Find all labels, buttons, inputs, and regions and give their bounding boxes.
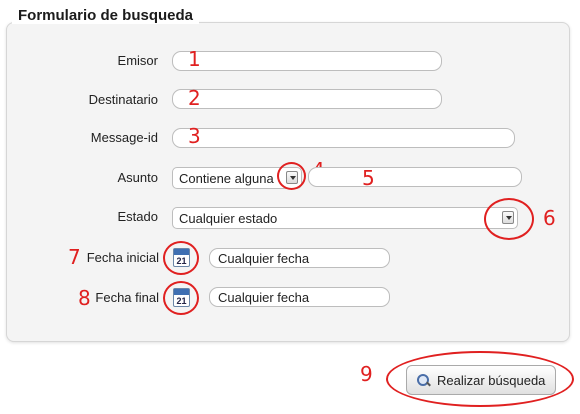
estado-select[interactable]: Cualquier estado xyxy=(172,207,518,229)
fecha-final-input[interactable] xyxy=(209,287,390,307)
fecha-final-label: Fecha final xyxy=(95,290,159,305)
form-title: Formulario de busqueda xyxy=(12,7,200,24)
destinatario-input[interactable] xyxy=(172,89,442,109)
search-button[interactable]: Realizar búsqueda xyxy=(406,365,556,395)
fecha-inicial-label: Fecha inicial xyxy=(86,250,159,265)
message-id-input[interactable] xyxy=(172,128,515,148)
estado-label: Estado xyxy=(117,209,158,224)
fecha-inicial-input[interactable] xyxy=(209,248,390,268)
estado-value: Cualquier estado xyxy=(179,211,278,226)
annotation-1: 1 xyxy=(188,47,201,71)
annotation-6: 6 xyxy=(543,206,556,230)
annotation-8: 8 xyxy=(78,286,91,310)
emisor-label: Emisor xyxy=(117,53,158,68)
calendar-icon[interactable]: 21 xyxy=(173,248,190,267)
asunto-match-value: Contiene alguna xyxy=(179,171,274,186)
annotation-2: 2 xyxy=(188,86,201,110)
annotation-7: 7 xyxy=(68,245,81,269)
calendar-icon[interactable]: 21 xyxy=(173,288,190,307)
magnifier-icon xyxy=(417,373,430,387)
annotation-ring-4 xyxy=(277,162,306,190)
asunto-label: Asunto xyxy=(117,170,158,185)
message-id-label: Message-id xyxy=(90,130,158,145)
emisor-input[interactable] xyxy=(172,51,442,71)
annotation-3: 3 xyxy=(188,124,201,148)
destinatario-label: Destinatario xyxy=(88,92,158,107)
annotation-ring-6 xyxy=(484,198,534,240)
asunto-text-input[interactable] xyxy=(308,167,522,187)
annotation-5: 5 xyxy=(362,166,375,190)
annotation-9: 9 xyxy=(360,362,373,386)
search-button-label: Realizar búsqueda xyxy=(437,372,546,388)
